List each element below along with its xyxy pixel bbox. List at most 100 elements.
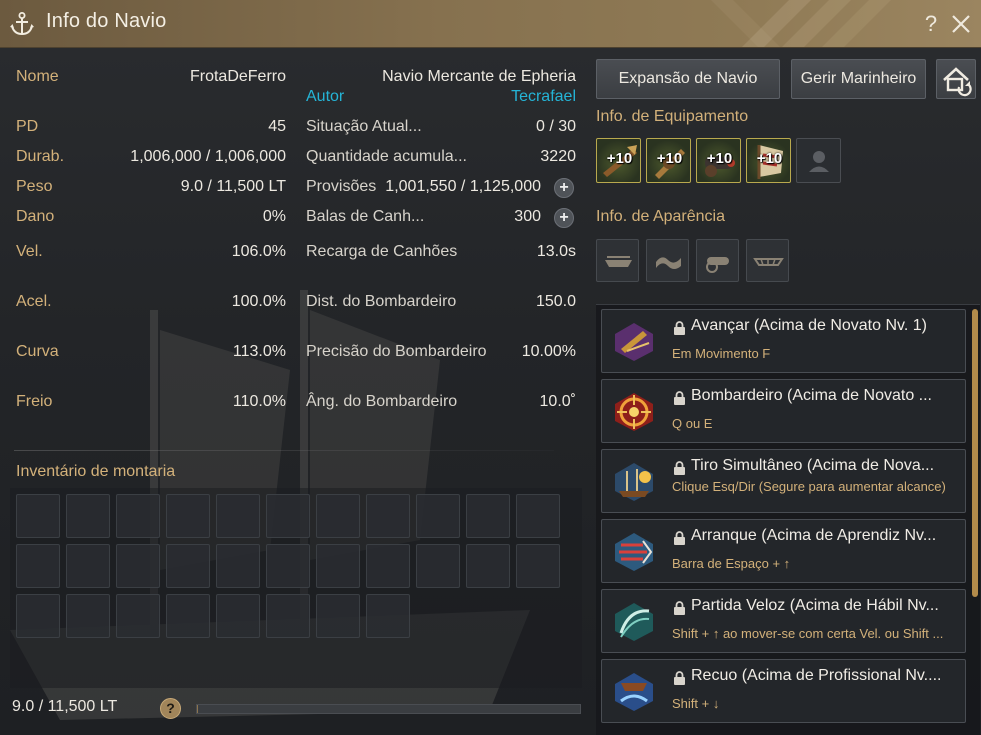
window-title: Info do Navio [46,10,167,32]
mount-inventory-grid [10,488,582,688]
enhancement-level: +10 [656,150,683,167]
inventory-slot[interactable] [516,494,560,538]
stat-label-durability: Durab. [16,148,65,165]
equipment-slot-cannon[interactable]: +10 [696,138,741,183]
skill-keys: Em Movimento F [672,346,771,361]
weight-help-icon[interactable]: ? [160,698,181,719]
skill-keys: Shift + ↑ ao mover-se com certa Vel. ou … [672,626,944,641]
ship-info-window: Info do Navio ? Nome FrotaDeFerro Navio … [0,0,981,735]
ship-name-label: Nome [16,68,59,85]
inventory-slot[interactable] [116,494,160,538]
stat-label-acceleration: Acel. [16,293,52,310]
skill-keys: Barra de Espaço + ↑ [672,556,791,571]
stat-label-damage: Dano [16,208,55,225]
inventory-slot[interactable] [116,594,160,638]
skill-item-retreat[interactable]: Recuo (Acima de Profissional Nv.... Shif… [601,659,966,723]
lock-icon [674,461,685,475]
inventory-slot[interactable] [416,494,460,538]
skill-keys: Clique Esq/Dir (Segure para aumentar alc… [672,479,946,494]
ornament-icon [753,258,784,266]
inventory-slot[interactable] [16,544,60,588]
stat-value-accumulated: 3220 [540,148,576,165]
stat-value-cannon-reload: 13.0s [536,243,576,260]
help-button[interactable]: ? [920,10,942,38]
skill-name: Arranque (Acima de Aprendiz Nv... [691,527,937,544]
inventory-weight: 9.0 / 11,500 LT [12,698,118,715]
inventory-slot[interactable] [466,494,510,538]
enhancement-level: +10 [706,150,733,167]
lock-icon [674,321,685,335]
stat-label-brake: Freio [16,393,53,410]
inventory-slot[interactable] [216,494,260,538]
stat-value-bombard-accuracy: 10.00% [521,343,576,360]
add-provisions-button[interactable]: + [554,178,574,198]
stat-value-damage: 0% [262,208,286,225]
inventory-slot[interactable] [516,544,560,588]
stat-label-cannon-reload: Recarga de Canhões [306,243,458,260]
inventory-slot[interactable] [166,494,210,538]
appearance-slot-hull[interactable] [596,239,639,282]
stat-label-pd: PD [16,118,39,135]
inventory-slot[interactable] [66,544,110,588]
close-icon[interactable] [950,12,972,36]
title-bar[interactable]: Info do Navio ? [0,0,981,48]
inventory-slot[interactable] [316,494,360,538]
skill-list-scrollbar[interactable] [972,309,978,597]
weight-bar [196,704,581,714]
lock-icon [674,391,685,405]
inventory-slot[interactable] [266,494,310,538]
inventory-slot[interactable] [316,544,360,588]
ship-expansion-button[interactable]: Expansão de Navio [596,59,780,99]
stat-label-bombard-distance: Dist. do Bombardeiro [306,293,457,310]
appearance-slot-cannon[interactable] [696,239,739,282]
stat-value-bombard-angle: 10.0˚ [539,393,576,410]
equipment-slot-prow[interactable]: +10 [596,138,641,183]
inventory-slot[interactable] [266,594,310,638]
equipment-slot-sailor[interactable] [796,138,841,183]
inventory-slot[interactable] [416,544,460,588]
skill-item-quick-start[interactable]: Partida Veloz (Acima de Hábil Nv... Shif… [601,589,966,653]
skill-name: Avançar (Acima de Novato Nv. 1) [691,317,927,334]
ship-swap-button[interactable] [936,59,976,99]
add-cannonballs-button[interactable]: + [554,208,574,228]
author-value[interactable]: Tecrafael [420,88,576,106]
inventory-slot[interactable] [216,544,260,588]
skill-item-dash[interactable]: Arranque (Acima de Aprendiz Nv... Barra … [601,519,966,583]
inventory-slot[interactable] [16,594,60,638]
skill-item-volley[interactable]: Tiro Simultâneo (Acima de Nova... Clique… [601,449,966,513]
inventory-slot[interactable] [66,494,110,538]
stat-value-turn: 113.0% [232,343,286,360]
lock-icon [674,601,685,615]
inventory-slot[interactable] [366,594,410,638]
inventory-slot[interactable] [266,544,310,588]
skill-name: Partida Veloz (Acima de Hábil Nv... [691,597,939,614]
appearance-slot-flag[interactable] [646,239,689,282]
appearance-slot-ornament[interactable] [746,239,789,282]
inventory-slot[interactable] [66,594,110,638]
inventory-slot[interactable] [216,594,260,638]
author-label: Autor [306,88,345,105]
bombard-skill-icon [615,393,653,431]
stat-label-speed: Vel. [16,243,43,260]
stat-value-status: 0 / 30 [535,118,576,135]
inventory-slot[interactable] [366,544,410,588]
equipment-slot-sail[interactable]: +10 [746,138,791,183]
stat-label-provisions: Provisões [306,178,377,195]
inventory-slot[interactable] [16,494,60,538]
ship-name-value: FrotaDeFerro [189,68,286,85]
stat-value-durability: 1,006,000 / 1,006,000 [130,148,286,165]
stat-value-weight: 9.0 / 11,500 LT [180,178,286,195]
inventory-slot[interactable] [366,494,410,538]
equipment-slot-plating[interactable]: +10 [646,138,691,183]
inventory-slot[interactable] [316,594,360,638]
inventory-slot[interactable] [166,544,210,588]
sailor-icon [809,151,829,172]
skill-item-bombard[interactable]: Bombardeiro (Acima de Novato ... Q ou E [601,379,966,443]
inventory-slot[interactable] [116,544,160,588]
inventory-slot[interactable] [166,594,210,638]
inventory-slot[interactable] [466,544,510,588]
appearance-title: Info. de Aparência [596,208,725,225]
skill-item-advance[interactable]: Avançar (Acima de Novato Nv. 1) Em Movim… [601,309,966,373]
manage-sailors-button[interactable]: Gerir Marinheiro [791,59,926,99]
stat-label-accumulated: Quantidade acumula... [306,148,467,165]
